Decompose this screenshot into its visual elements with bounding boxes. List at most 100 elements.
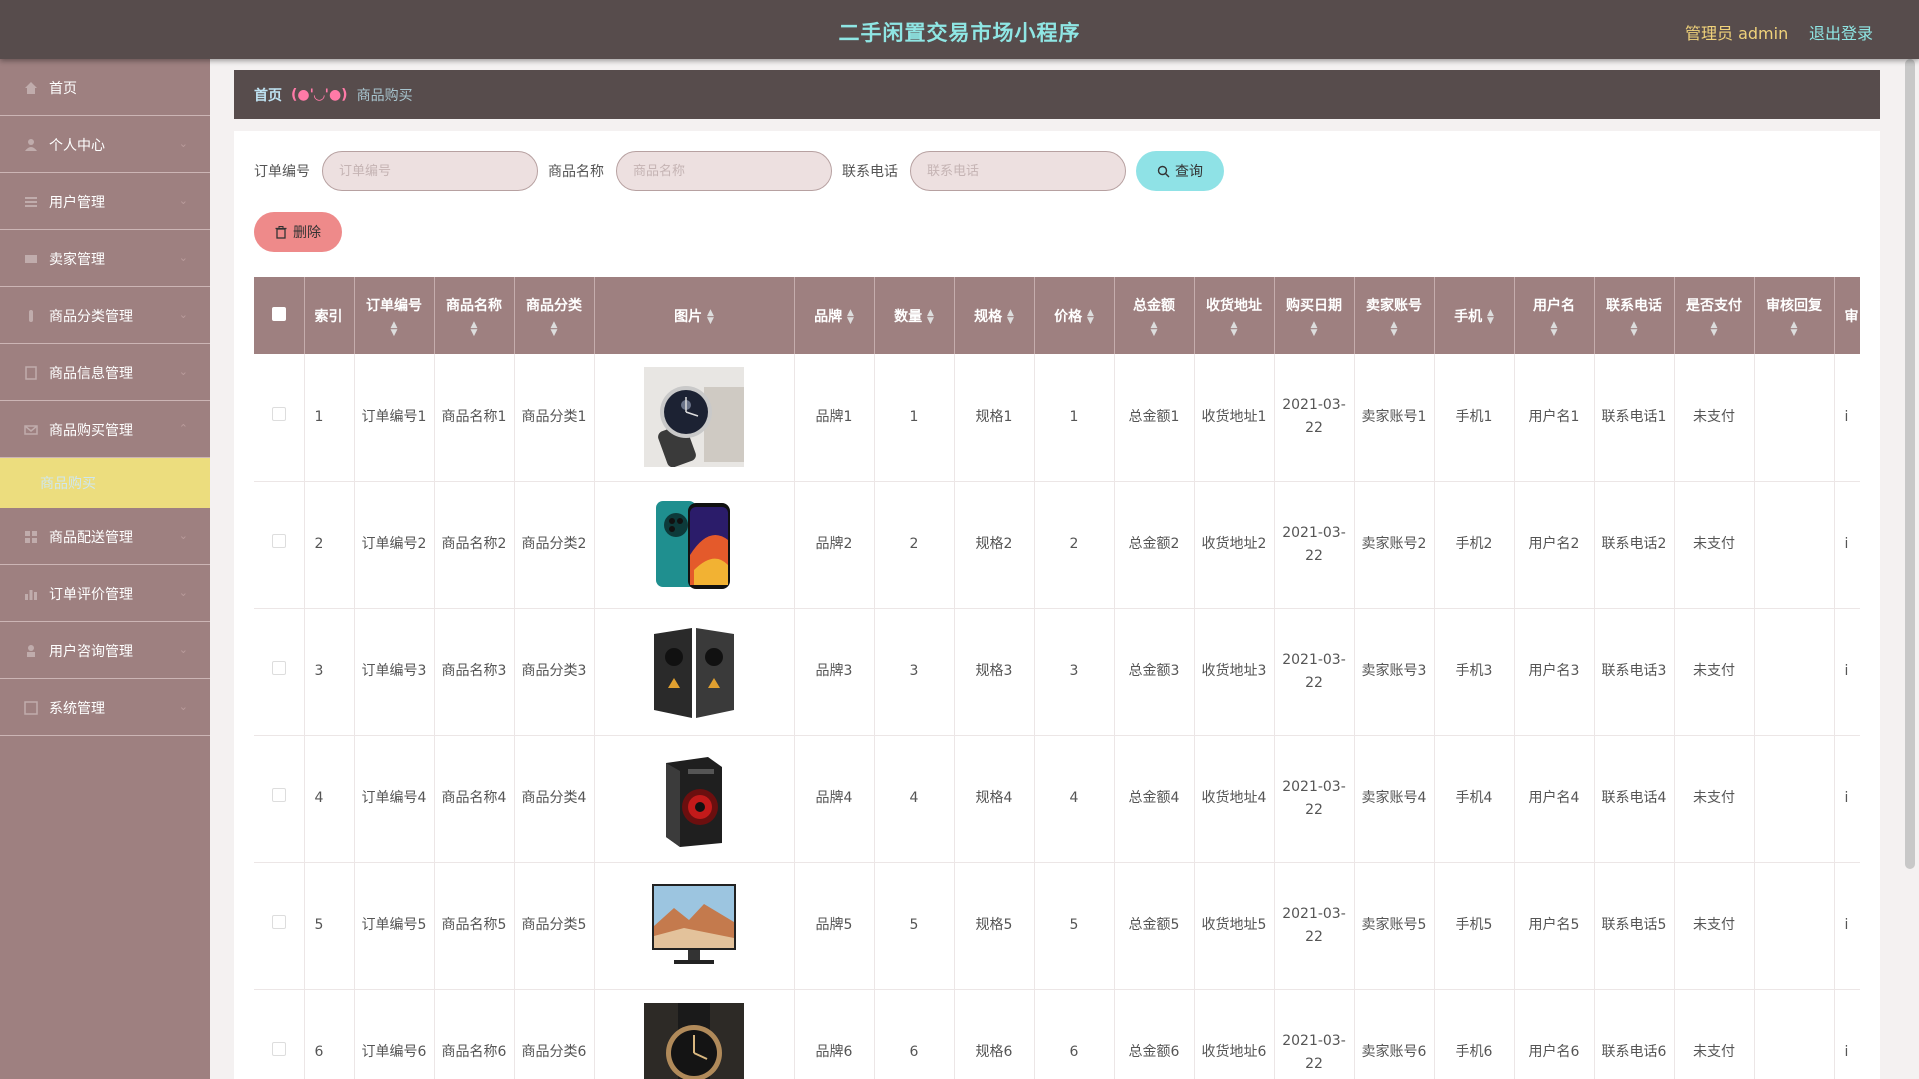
sidebar-item-home[interactable]: 首页 [0,59,210,116]
row-checkbox[interactable] [271,534,286,548]
delete-button-label: 删除 [293,224,321,240]
table-row[interactable]: 1 订单编号1 商品名称1 商品分类1 品牌1 1 规格1 1 总金额1 收货地址1 2021-03… [254,354,1860,482]
order-no-input[interactable] [322,151,538,191]
sort-icon[interactable]: ▲ ▼ [927,308,934,325]
cell-product-name: 商品名称3 [434,608,515,736]
sort-icon[interactable]: ▲ ▼ [519,320,590,337]
chevron-up-icon: ⌃ [178,422,188,435]
cell-spec: 规格4 [954,735,1035,863]
col-price[interactable]: 价格 ▲ ▼ [1034,277,1115,354]
sidebar-item-users[interactable]: 用户管理 ⌄ [0,173,210,230]
cell-image [594,481,795,609]
col-brand[interactable]: 品牌 ▲ ▼ [794,277,875,354]
row-checkbox[interactable] [271,1042,286,1056]
row-checkbox[interactable] [271,661,286,675]
chevron-down-icon: ⌄ [178,643,188,656]
app-title: 二手闲置交易市场小程序 [838,21,1081,45]
col-quantity[interactable]: 数量 ▲ ▼ [874,277,955,354]
sidebar-subitem-purchase[interactable]: 商品购买 [0,458,210,508]
row-checkbox[interactable] [271,406,286,421]
page-scrollbar[interactable] [1905,59,1915,869]
cell-username: 用户名5 [1514,862,1595,990]
sidebar-item-reviews[interactable]: 订单评价管理 ⌄ [0,565,210,622]
sidebar-item-categories[interactable]: 商品分类管理 ⌄ [0,287,210,344]
cell-phone: 联系电话4 [1594,735,1675,863]
row-select-cell[interactable] [254,481,305,609]
col-phone[interactable]: 联系电话 ▲ ▼ [1594,277,1675,354]
col-order-no[interactable]: 订单编号 ▲ ▼ [354,277,435,354]
cell-price: 3 [1034,608,1115,736]
logout-link[interactable]: 退出登录 [1809,20,1873,44]
breadcrumb-home[interactable]: 首页 [254,85,282,105]
sidebar-item-delivery[interactable]: 商品配送管理 ⌄ [0,508,210,565]
delete-button[interactable]: 删除 [254,212,342,252]
col-mobile[interactable]: 手机 ▲ ▼ [1434,277,1515,354]
row-select-cell[interactable] [254,608,305,736]
sidebar-item-consult[interactable]: 用户咨询管理 ⌄ [0,622,210,679]
sort-icon[interactable]: ▲ ▼ [1359,320,1430,337]
sort-icon[interactable]: ▲ ▼ [1119,320,1190,337]
main-area: 首页 (●'◡'●) 商品购买 订单编号 商品名称 联系电话 查询 删除 [210,59,1919,1079]
sidebar-item-system[interactable]: 系统管理 ⌄ [0,679,210,736]
row-checkbox[interactable] [271,915,286,929]
sort-icon[interactable]: ▲ ▼ [1759,320,1830,337]
query-button[interactable]: 查询 [1136,151,1224,191]
sort-icon[interactable]: ▲ ▼ [1087,308,1094,325]
col-category[interactable]: 商品分类 ▲ ▼ [514,277,595,354]
sidebar-item-sellers[interactable]: 卖家管理 ⌄ [0,230,210,287]
sort-icon[interactable]: ▲ ▼ [1279,320,1350,337]
sidebar-item-products[interactable]: 商品信息管理 ⌄ [0,344,210,401]
col-paid[interactable]: 是否支付 ▲ ▼ [1674,277,1755,354]
col-seller[interactable]: 卖家账号 ▲ ▼ [1354,277,1435,354]
product-name-input[interactable] [616,151,832,191]
cell-quantity: 1 [874,354,955,482]
sort-icon[interactable]: ▲ ▼ [707,308,714,325]
sort-icon[interactable]: ▲ ▼ [1007,308,1014,325]
table-row[interactable]: 2 订单编号2 商品名称2 商品分类2 品牌2 2 规格2 2 总金额2 收货地址2 2021-03… [254,481,1860,609]
bar-chart-icon [25,590,37,600]
select-all-header[interactable] [254,277,305,354]
sort-icon[interactable]: ▲ ▼ [1487,308,1494,325]
table-row[interactable]: 3 订单编号3 商品名称3 商品分类3 品牌3 3 规格3 3 总金额3 收货地址3 2021-03… [254,608,1860,736]
phone-input[interactable] [910,151,1126,191]
col-total[interactable]: 总金额 ▲ ▼ [1114,277,1195,354]
table-row[interactable]: 6 订单编号6 商品名称6 商品分类6 品牌6 6 规格6 6 总金额6 收货地址6 2021-03… [254,989,1860,1079]
select-all-checkbox[interactable] [271,306,286,321]
row-select-cell[interactable] [254,862,305,990]
doc-icon [25,366,37,380]
col-phone-label: 联系电话 [1606,297,1662,314]
row-checkbox[interactable] [271,788,286,802]
cell-index: 6 [304,989,355,1079]
col-review-reply[interactable]: 审核回复 ▲ ▼ [1754,277,1835,354]
sort-icon[interactable]: ▲ ▼ [1679,320,1750,337]
cell-total: 总金额5 [1114,862,1195,990]
col-buy-date[interactable]: 购买日期 ▲ ▼ [1274,277,1355,354]
col-username[interactable]: 用户名 ▲ ▼ [1514,277,1595,354]
sort-icon[interactable]: ▲ ▼ [1519,320,1590,337]
sidebar-item-profile[interactable]: 个人中心 ⌄ [0,116,210,173]
sort-icon[interactable]: ▲ ▼ [1599,320,1670,337]
table-row[interactable]: 4 订单编号4 商品名称4 商品分类4 品牌4 4 规格4 4 总金额4 收货地址4 2021-03… [254,735,1860,863]
col-address[interactable]: 收货地址 ▲ ▼ [1194,277,1275,354]
cell-brand: 品牌2 [794,481,875,609]
row-select-cell[interactable] [254,735,305,863]
table-row[interactable]: 5 订单编号5 商品名称5 商品分类5 品牌5 5 规格5 5 总金额5 收货地址5 2021-03… [254,862,1860,990]
row-select-cell[interactable] [254,354,305,482]
cell-buy-date: 2021-03-22 [1274,862,1355,990]
breadcrumb: 首页 (●'◡'●) 商品购买 [234,70,1880,119]
sort-icon[interactable]: ▲ ▼ [439,320,510,337]
sort-icon[interactable]: ▲ ▼ [359,320,430,337]
cell-paid: 未支付 [1674,608,1755,736]
cell-brand: 品牌6 [794,989,875,1079]
sort-icon[interactable]: ▲ ▼ [1199,320,1270,337]
sidebar-item-purchases[interactable]: 商品购买管理 ⌃ [0,401,210,458]
row-select-cell[interactable] [254,989,305,1079]
col-total-label: 总金额 [1133,297,1175,314]
col-product-name[interactable]: 商品名称 ▲ ▼ [434,277,515,354]
table-header-row: 索引 订单编号 ▲ ▼ 商品名称 ▲ ▼ 商品分类 ▲ ▼ 图片 ▲ ▼ 品牌 ▲ ▼ 数量 ▲… [254,277,1860,354]
cell-username: 用户名6 [1514,989,1595,1079]
col-spec[interactable]: 规格 ▲ ▼ [954,277,1035,354]
col-image[interactable]: 图片 ▲ ▼ [594,277,795,354]
sort-icon[interactable]: ▲ ▼ [847,308,854,325]
cell-buy-date: 2021-03-22 [1274,354,1355,482]
